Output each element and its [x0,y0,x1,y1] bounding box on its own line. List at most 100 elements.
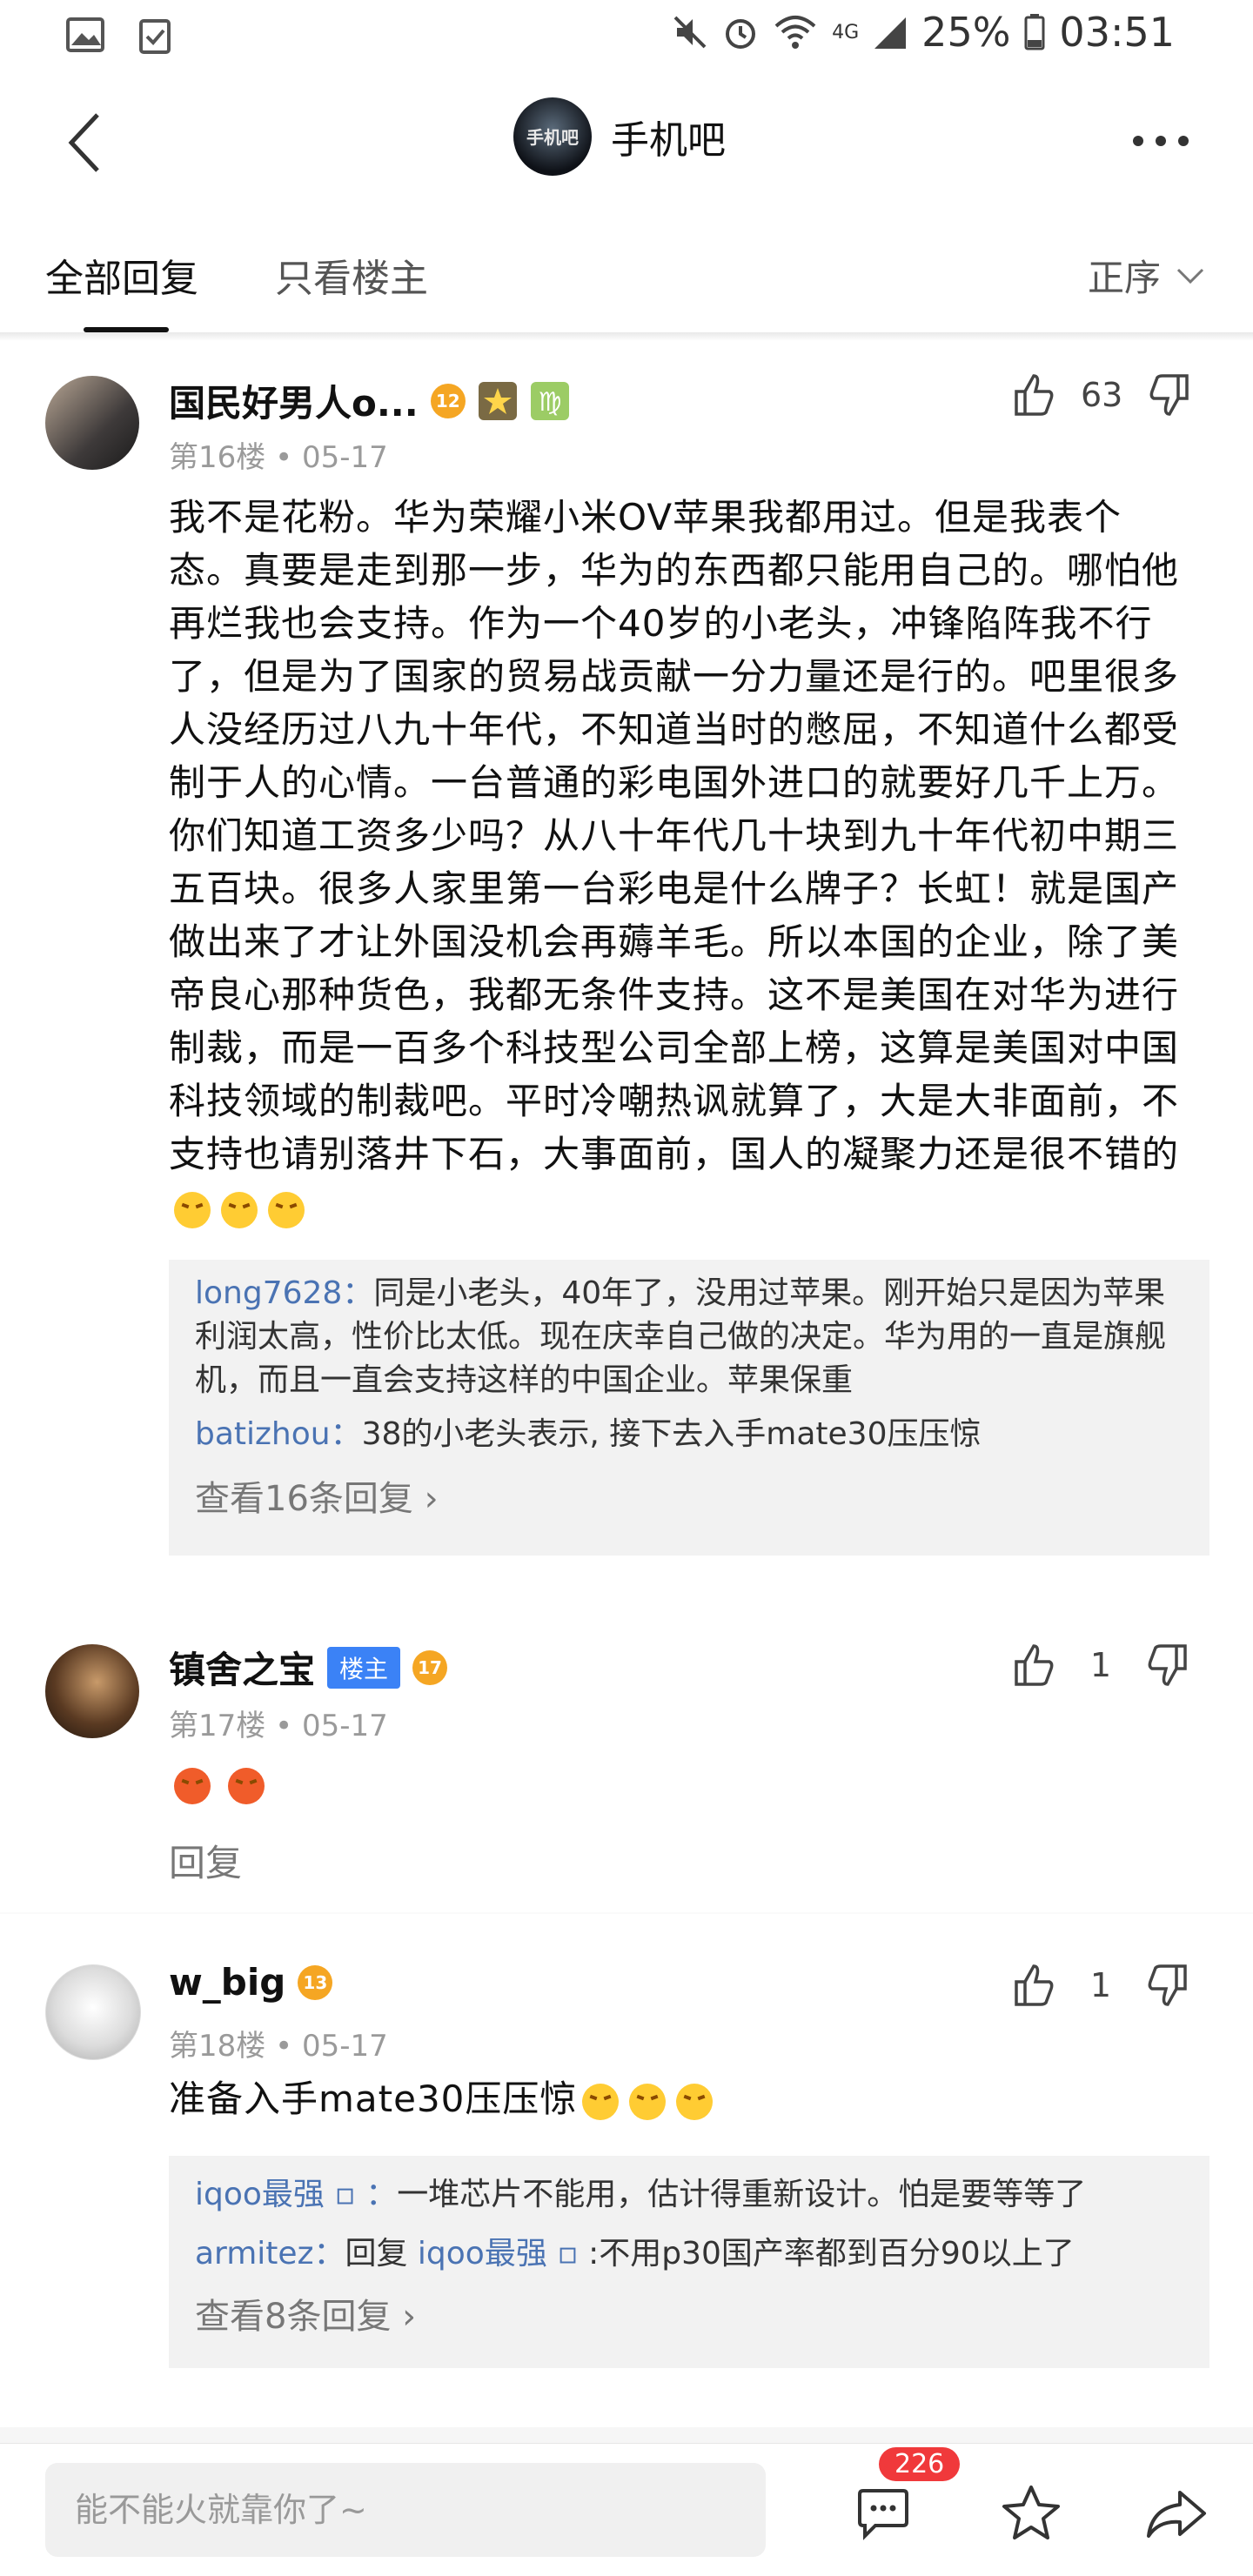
frustrated-emoji-icon [268,1191,305,1228]
star-icon[interactable] [1001,2484,1062,2541]
view-more-replies[interactable]: 查看8条回复 › [169,2288,1209,2338]
vote-controls: 63 [1011,372,1192,418]
post-date: 05-17 [301,440,388,475]
post-content: 准备入手mate30压压惊 [169,2072,1196,2125]
post-floor-18: w_big 13 第18楼 • 05-17 1 准备入手mate30压压惊 iq… [0,1926,1253,2379]
avatar[interactable] [45,376,139,470]
virgo-icon: ♍ [530,381,569,420]
sub-reply[interactable]: armitez：回复 iqoo最强 ▫ :不用p30国产率都到百分90以上了 [169,2232,1209,2276]
frustrated-emoji-icon [629,2083,667,2120]
tab-all-replies[interactable]: 全部回复 [45,247,198,303]
like-count: 1 [1089,1646,1112,1684]
post-text: 准备入手mate30压压惊 [169,2078,578,2120]
battery-icon [1024,14,1045,50]
username[interactable]: w_big [169,1961,285,2004]
forum-avatar: 手机吧 [513,97,592,176]
reply-username[interactable]: iqoo最强 ▫ ： [195,2177,397,2212]
post-content [169,1768,270,1804]
level-badge: 17 [412,1649,448,1685]
battery-percent: 25% [921,9,1011,56]
alarm-icon [726,19,756,49]
like-count: 63 [1081,376,1123,414]
level-badge: 13 [298,1964,333,2000]
reply-tabs: 全部回复 只看楼主 正序 [0,212,1253,333]
wifi-icon [774,16,816,49]
more-options-icon[interactable] [1131,134,1190,148]
frustrated-emoji-icon [221,1191,258,1228]
post-content: 我不是花粉。华为荣耀小米OV苹果我都用过。但是我表个态。真要是走到那一步，华为的… [169,491,1196,1234]
view-more-replies[interactable]: 查看16条回复 › [169,1470,1209,1521]
owner-tag: 楼主 [327,1646,401,1689]
post-floor-17: 镇舍之宝 楼主 17 第17楼 • 05-17 1 回复 [0,1606,1253,1902]
network-type: 4G [832,21,860,43]
thumbs-up-icon[interactable] [1011,372,1056,418]
post-date: 05-17 [301,2029,388,2064]
comment-icon[interactable] [854,2487,912,2541]
reply-text: 一堆芯片不能用，估计得重新设计。怕是要等等了 [397,2177,1087,2212]
mentioned-username[interactable]: iqoo最强 ▫ [418,2236,579,2272]
comment-count-badge: 226 [879,2447,961,2481]
like-count: 1 [1089,1966,1112,2004]
floor-number: 第17楼 [169,1709,266,1743]
sub-reply[interactable]: long7628：同是小老头，40年了，没用过苹果。刚开始只是因为苹果利润太高，… [169,1272,1209,1402]
frustrated-emoji-icon [676,2083,714,2120]
mute-icon [673,16,707,49]
clock: 03:51 [1059,9,1175,56]
image-icon [66,17,104,52]
reply-input[interactable]: 能不能火就靠你了~ [45,2463,766,2557]
forum-title[interactable]: 手机吧 手机吧 [513,97,726,176]
post-meta: 第18楼 • 05-17 [169,2029,388,2064]
thumbs-down-icon[interactable] [1147,372,1192,418]
avatar[interactable] [45,1964,141,2060]
share-icon[interactable] [1145,2489,1208,2539]
tab-owner-only[interactable]: 只看楼主 [275,247,428,303]
frustrated-emoji-icon [582,2083,620,2120]
medal-icon [478,381,517,420]
thumbs-up-icon[interactable] [1011,1643,1056,1688]
username[interactable]: 国民好男人o... [169,374,419,427]
divider [0,2427,1253,2443]
reply-prefix: 回复 [345,2236,418,2272]
username[interactable]: 镇舍之宝 [169,1641,315,1694]
chevron-down-icon [1176,268,1204,284]
reply-username[interactable]: long7628： [195,1275,373,1311]
angry-emoji-icon [228,1768,265,1804]
reply-text: 38的小老头表示, 接下去入手mate30压压惊 [361,1416,982,1452]
bottom-bar: 能不能火就靠你了~ 226 [0,2443,1253,2576]
level-badge: 12 [430,383,466,418]
sort-label: 正序 [1087,257,1161,299]
avatar[interactable] [45,1644,139,1738]
status-bar: 4G 25% 03:51 [0,0,1253,73]
back-arrow-icon[interactable] [66,111,101,174]
reply-username[interactable]: batizhou： [195,1416,362,1452]
tabs-shadow [0,332,1253,341]
post-floor-16: 国民好男人o... 12 ♍ 第16楼 • 05-17 63 我不是花粉。华为荣… [0,341,1253,1575]
floor-number: 第16楼 [169,440,266,475]
post-date: 05-17 [301,1709,388,1743]
sub-reply[interactable]: iqoo最强 ▫ ：一堆芯片不能用，估计得重新设计。怕是要等等了 [169,2173,1209,2217]
thumbs-down-icon[interactable] [1145,1643,1190,1688]
divider [0,1912,1253,1914]
sub-replies[interactable]: iqoo最强 ▫ ：一堆芯片不能用，估计得重新设计。怕是要等等了 armitez… [169,2156,1209,2368]
thumbs-up-icon[interactable] [1011,1963,1056,2008]
forum-name: 手机吧 [611,118,726,163]
frustrated-emoji-icon [174,1191,211,1228]
svg-text:♍: ♍ [538,387,561,418]
sub-reply[interactable]: batizhou：38的小老头表示, 接下去入手mate30压压惊 [169,1413,1209,1456]
reply-username[interactable]: armitez： [195,2236,345,2272]
sort-dropdown[interactable]: 正序 [1088,249,1204,302]
floor-number: 第18楼 [169,2029,266,2064]
checklist-icon [139,19,171,54]
divider [0,1575,1253,1578]
angry-emoji-icon [174,1768,211,1804]
post-text: 我不是花粉。华为荣耀小米OV苹果我都用过。但是我表个态。真要是走到那一步，华为的… [169,496,1180,1175]
reply-button[interactable]: 回复 [169,1834,242,1887]
vote-controls: 1 [1011,1963,1190,2008]
post-meta: 第17楼 • 05-17 [169,1709,388,1743]
signal-icon [874,17,907,49]
vote-controls: 1 [1011,1643,1190,1688]
post-meta: 第16楼 • 05-17 [169,440,388,475]
thumbs-down-icon[interactable] [1145,1963,1190,2008]
sub-replies[interactable]: long7628：同是小老头，40年了，没用过苹果。刚开始只是因为苹果利润太高，… [169,1260,1209,1556]
reply-text: :不用p30国产率都到百分90以上了 [578,2236,1075,2272]
